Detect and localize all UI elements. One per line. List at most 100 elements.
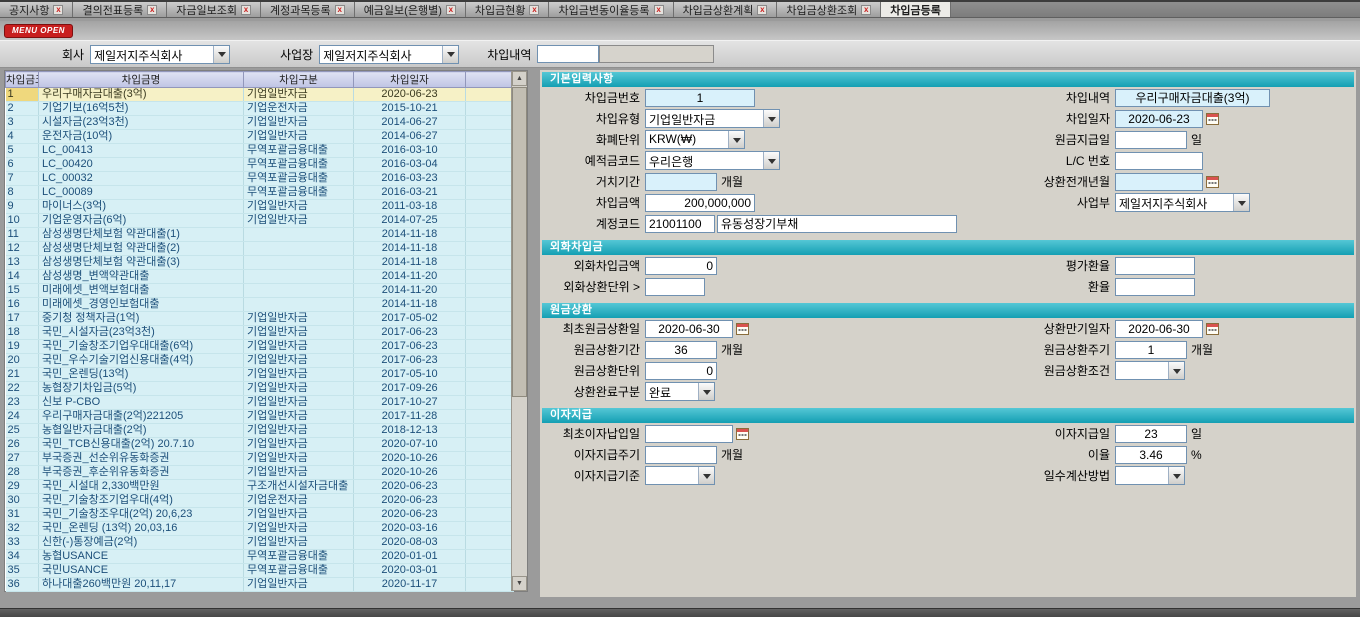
- deposit-code-select[interactable]: 우리은행: [645, 151, 780, 170]
- table-row[interactable]: 22농협장기차입금(5억)기업일반자금2017-09-26: [6, 382, 514, 396]
- cell-code[interactable]: 17: [6, 312, 39, 326]
- cell-type[interactable]: 기업일반자금: [244, 354, 354, 368]
- cell-name[interactable]: LC_00089: [39, 186, 244, 200]
- cell-code[interactable]: 2: [6, 102, 39, 116]
- cell-name[interactable]: 국민_시설대 2,330백만원: [39, 480, 244, 494]
- site-select[interactable]: 제일저지주식회사: [319, 45, 459, 64]
- table-row[interactable]: 30국민_기술창조기업우대(4억)기업운전자금2020-06-23: [6, 494, 514, 508]
- cell-code[interactable]: 6: [6, 158, 39, 172]
- cell-date[interactable]: 2014-11-20: [354, 270, 466, 284]
- cell-type[interactable]: [244, 256, 354, 270]
- cell-date[interactable]: 2020-11-17: [354, 578, 466, 592]
- tab-예금일보(은행별)[interactable]: 예금일보(은행별)x: [355, 2, 466, 17]
- chevron-down-icon[interactable]: [1168, 362, 1184, 379]
- borrow-amount-field[interactable]: [645, 194, 755, 212]
- interest-rate-field[interactable]: [1115, 446, 1187, 464]
- cell-name[interactable]: 부국증권_선순위유동화증권: [39, 452, 244, 466]
- currency-select[interactable]: KRW(₩): [645, 130, 745, 149]
- table-row[interactable]: 23신보 P-CBO기업일반자금2017-10-27: [6, 396, 514, 410]
- repay-complete-select[interactable]: 완료: [645, 382, 715, 401]
- table-row[interactable]: 20국민_우수기술기업신용대출(4억)기업일반자금2017-06-23: [6, 354, 514, 368]
- table-row[interactable]: 8LC_00089무역포괄금융대출2016-03-21: [6, 186, 514, 200]
- calendar-icon[interactable]: [1206, 175, 1219, 188]
- borrow-type-select[interactable]: 기업일반자금: [645, 109, 780, 128]
- calendar-icon[interactable]: [1206, 112, 1219, 125]
- cell-code[interactable]: 18: [6, 326, 39, 340]
- tab-차입금등록[interactable]: 차입금등록: [881, 2, 951, 17]
- cell-name[interactable]: 국민_기술창조우대(2억) 20,6,23: [39, 508, 244, 522]
- cell-date[interactable]: 2017-06-23: [354, 326, 466, 340]
- cell-code[interactable]: 28: [6, 466, 39, 480]
- table-row[interactable]: 12삼성생명단체보험 약관대출(2)2014-11-18: [6, 242, 514, 256]
- cell-date[interactable]: 2020-01-01: [354, 550, 466, 564]
- daycount-method-select[interactable]: [1115, 466, 1185, 485]
- repay-cycle-field[interactable]: [1115, 341, 1187, 359]
- cell-code[interactable]: 12: [6, 242, 39, 256]
- cell-name[interactable]: 우리구매자금대출(2억)221205: [39, 410, 244, 424]
- cell-name[interactable]: LC_00413: [39, 144, 244, 158]
- cell-code[interactable]: 34: [6, 550, 39, 564]
- cell-name[interactable]: 국민USANCE: [39, 564, 244, 578]
- cell-date[interactable]: 2020-03-16: [354, 522, 466, 536]
- cell-type[interactable]: 무역포괄금융대출: [244, 564, 354, 578]
- cell-type[interactable]: [244, 298, 354, 312]
- table-row[interactable]: 35국민USANCE무역포괄금융대출2020-03-01: [6, 564, 514, 578]
- cell-type[interactable]: 구조개선시설자금대출: [244, 480, 354, 494]
- table-row[interactable]: 6LC_00420무역포괄금융대출2016-03-04: [6, 158, 514, 172]
- table-row[interactable]: 19국민_기술창조기업우대대출(6억)기업일반자금2017-06-23: [6, 340, 514, 354]
- cell-date[interactable]: 2014-11-18: [354, 298, 466, 312]
- cell-type[interactable]: 기업일반자금: [244, 578, 354, 592]
- cell-type[interactable]: 기업일반자금: [244, 438, 354, 452]
- menu-open-button[interactable]: MENU OPEN: [4, 24, 73, 38]
- cell-type[interactable]: 기업일반자금: [244, 116, 354, 130]
- chevron-down-icon[interactable]: [213, 46, 229, 63]
- cell-code[interactable]: 9: [6, 200, 39, 214]
- fx-amount-field[interactable]: [645, 257, 717, 275]
- cell-date[interactable]: 2020-06-23: [354, 88, 466, 102]
- table-row[interactable]: 24우리구매자금대출(2억)221205기업일반자금2017-11-28: [6, 410, 514, 424]
- table-row[interactable]: 21국민_온렌딩(13억)기업일반자금2017-05-10: [6, 368, 514, 382]
- cell-date[interactable]: 2016-03-21: [354, 186, 466, 200]
- cell-date[interactable]: 2014-11-20: [354, 284, 466, 298]
- cell-date[interactable]: 2018-12-13: [354, 424, 466, 438]
- cell-type[interactable]: [244, 270, 354, 284]
- cell-code[interactable]: 26: [6, 438, 39, 452]
- repay-unit-field[interactable]: [645, 362, 717, 380]
- cell-code[interactable]: 10: [6, 214, 39, 228]
- lc-number-field[interactable]: [1115, 152, 1203, 170]
- tab-계정과목등록[interactable]: 계정과목등록x: [261, 2, 355, 17]
- column-header[interactable]: 차입구분: [244, 72, 354, 88]
- table-scrollbar[interactable]: ▲ ▼: [511, 71, 527, 591]
- tab-결의전표등록[interactable]: 결의전표등록x: [73, 2, 167, 17]
- cell-name[interactable]: LC_00420: [39, 158, 244, 172]
- cell-date[interactable]: 2017-10-27: [354, 396, 466, 410]
- borrow-detail-input[interactable]: [537, 45, 599, 63]
- cell-name[interactable]: 기업기보(16억5천): [39, 102, 244, 116]
- cell-name[interactable]: 신한(-)통장예금(2억): [39, 536, 244, 550]
- table-row[interactable]: 14삼성생명_변액약관대출2014-11-20: [6, 270, 514, 284]
- column-header[interactable]: 차입금명: [39, 72, 244, 88]
- borrow-no-field[interactable]: [645, 89, 755, 107]
- cell-date[interactable]: 2016-03-23: [354, 172, 466, 186]
- cell-name[interactable]: 삼성생명_변액약관대출: [39, 270, 244, 284]
- first-interest-date-field[interactable]: [645, 425, 733, 443]
- cell-code[interactable]: 24: [6, 410, 39, 424]
- tab-차입금상환계획[interactable]: 차입금상환계획x: [674, 2, 778, 17]
- cell-code[interactable]: 35: [6, 564, 39, 578]
- cell-name[interactable]: 미래에셋_변액보험대출: [39, 284, 244, 298]
- cell-code[interactable]: 19: [6, 340, 39, 354]
- borrow-date-field[interactable]: [1115, 110, 1203, 128]
- chevron-down-icon[interactable]: [728, 131, 744, 148]
- table-row[interactable]: 26국민_TCB신용대출(2억) 20.7.10기업일반자금2020-07-10: [6, 438, 514, 452]
- table-row[interactable]: 17중기청 정책자금(1억)기업일반자금2017-05-02: [6, 312, 514, 326]
- cell-name[interactable]: 국민_우수기술기업신용대출(4억): [39, 354, 244, 368]
- table-row[interactable]: 11삼성생명단체보험 약관대출(1)2014-11-18: [6, 228, 514, 242]
- table-row[interactable]: 16미래에셋_경영인보험대출2014-11-18: [6, 298, 514, 312]
- tab-close-icon[interactable]: x: [757, 5, 767, 15]
- tab-close-icon[interactable]: x: [446, 5, 456, 15]
- chevron-down-icon[interactable]: [698, 383, 714, 400]
- table-row[interactable]: 34농협USANCE무역포괄금융대출2020-01-01: [6, 550, 514, 564]
- cell-type[interactable]: 기업운전자금: [244, 102, 354, 116]
- chevron-down-icon[interactable]: [1233, 194, 1249, 211]
- company-select[interactable]: 제일저지주식회사: [90, 45, 230, 64]
